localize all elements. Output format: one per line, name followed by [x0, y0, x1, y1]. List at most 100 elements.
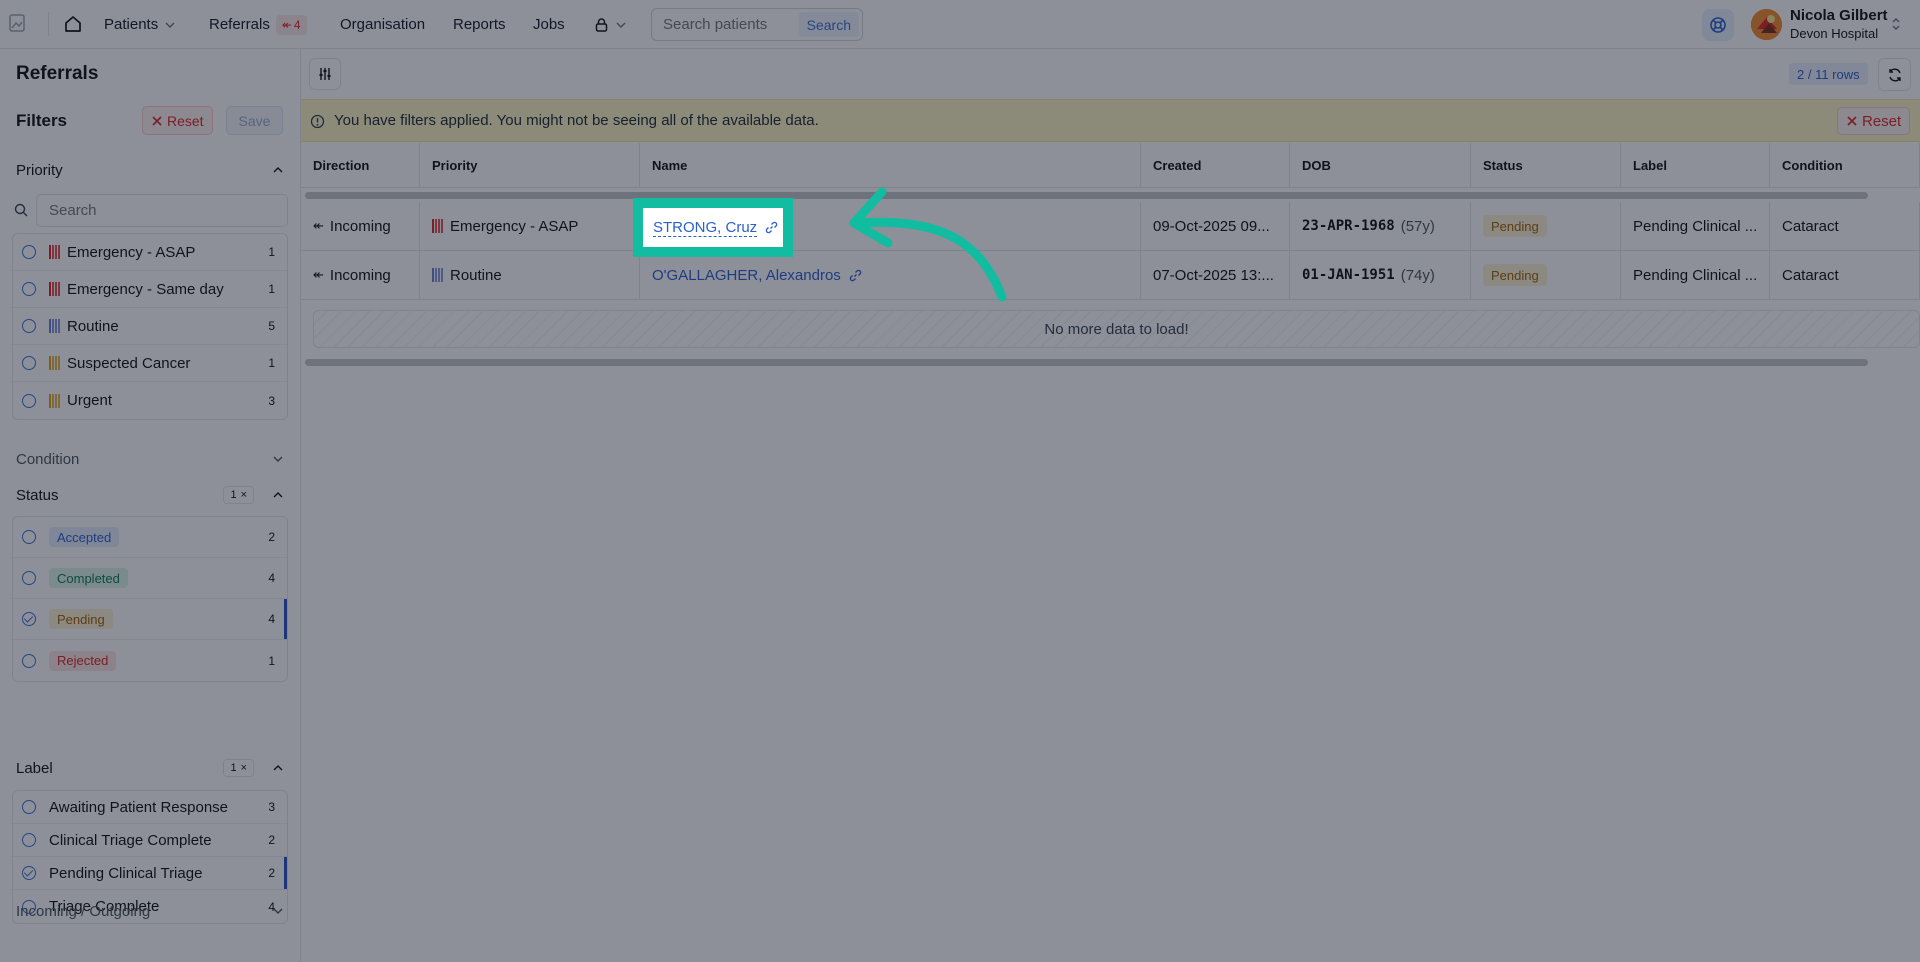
referrals-count-badge: ↞ 4	[275, 14, 307, 35]
home-icon[interactable]	[62, 13, 84, 35]
status-selected-count: 1	[230, 489, 237, 501]
checkbox[interactable]	[22, 571, 36, 585]
status-option-count: 1	[268, 653, 275, 668]
chevron-up-down-icon[interactable]	[1890, 16, 1902, 32]
info-circle-icon	[310, 114, 325, 129]
horizontal-scrollbar-bottom[interactable]	[305, 359, 1868, 366]
label-filter-option[interactable]: Awaiting Patient Response 3	[13, 791, 287, 824]
age-text: (74y)	[1400, 266, 1435, 284]
label-section-label: Label	[16, 759, 53, 777]
priority-filter-option[interactable]: Emergency - ASAP 1	[13, 234, 287, 271]
priority-search-input[interactable]	[49, 202, 269, 219]
checkbox[interactable]	[22, 356, 36, 370]
highlighted-patient-link[interactable]: STRONG, Cruz	[633, 198, 793, 257]
column-header-name[interactable]: Name	[640, 143, 1141, 188]
status-cell: Pending	[1471, 202, 1621, 250]
nav-organisation[interactable]: Organisation	[340, 0, 425, 49]
close-icon	[1847, 116, 1857, 126]
highlighted-patient-name: STRONG, Cruz	[653, 218, 758, 237]
column-header-status[interactable]: Status	[1471, 143, 1621, 188]
status-filter-option[interactable]: Completed 4	[13, 558, 287, 599]
nav-reports-label: Reports	[453, 16, 506, 33]
priority-option-count: 1	[268, 356, 275, 370]
column-header-priority[interactable]: Priority	[420, 143, 640, 188]
checkbox[interactable]	[22, 319, 36, 333]
chevron-down-icon	[273, 908, 283, 914]
priority-filter-option[interactable]: Urgent 3	[13, 382, 287, 419]
condition-section-header[interactable]: Condition	[16, 448, 284, 470]
label-option-label: Awaiting Patient Response	[49, 798, 229, 816]
nav-referrals[interactable]: Referrals ↞ 4	[209, 0, 307, 49]
status-selected-count-clear[interactable]: 1 ×	[223, 486, 254, 504]
chevron-up-icon	[273, 765, 283, 771]
checkbox[interactable]	[22, 653, 36, 668]
priority-filter-option[interactable]: Emergency - Same day 1	[13, 271, 287, 308]
user-avatar[interactable]	[1751, 9, 1782, 40]
priority-section-header[interactable]: Priority	[16, 159, 284, 181]
priority-cell: Emergency - ASAP	[420, 202, 640, 250]
nav-patients[interactable]: Patients	[104, 0, 176, 49]
checkbox[interactable]	[22, 245, 36, 259]
status-filter-option[interactable]: Pending 4	[13, 599, 287, 640]
priority-section-label: Priority	[16, 161, 63, 179]
status-pill: Completed	[49, 568, 128, 588]
help-button[interactable]	[1702, 9, 1734, 41]
created-cell: 09-Oct-2025 09...	[1141, 202, 1290, 250]
search-button[interactable]: Search	[798, 12, 859, 37]
column-header-dob[interactable]: DOB	[1290, 143, 1471, 188]
horizontal-scrollbar-top[interactable]	[305, 192, 1868, 199]
priority-option-label: Emergency - ASAP	[67, 243, 196, 261]
table-row[interactable]: ↞ Incoming Emergency - ASAP STRONG, Cruz 09-…	[301, 202, 1920, 251]
refresh-button[interactable]	[1878, 58, 1911, 91]
nav-divider	[48, 12, 49, 36]
nav-referrals-label: Referrals	[209, 16, 270, 33]
patient-name-link[interactable]: O'GALLAGHER, Alexandros	[652, 267, 841, 284]
filters-reset-button[interactable]: Reset	[142, 106, 213, 135]
incoming-outgoing-section-header[interactable]: Incoming / Outgoing	[16, 900, 284, 922]
incoming-arrow-icon: ↞	[313, 218, 324, 233]
status-pill: Pending	[49, 609, 113, 629]
column-header-label[interactable]: Label	[1621, 143, 1770, 188]
banner-reset-button[interactable]: Reset	[1837, 107, 1911, 135]
priority-bars-icon	[49, 393, 60, 408]
label-filter-option[interactable]: Pending Clinical Triage 2	[13, 857, 287, 890]
lock-icon	[595, 17, 608, 32]
checkbox[interactable]	[22, 530, 36, 544]
dob-text: 23-APR-1968	[1302, 218, 1395, 234]
nav-lock-menu[interactable]	[594, 0, 627, 49]
checkbox[interactable]	[22, 833, 36, 847]
priority-filter-option[interactable]: Suspected Cancer 1	[13, 345, 287, 382]
status-filter-option[interactable]: Rejected 1	[13, 640, 287, 681]
table-row[interactable]: ↞ Incoming Routine O'GALLAGHER, Alexandros 0…	[301, 251, 1920, 300]
column-settings-button[interactable]	[309, 58, 341, 90]
label-filter-option[interactable]: Clinical Triage Complete 2	[13, 824, 287, 857]
filters-save-button[interactable]: Save	[226, 106, 283, 135]
checkbox[interactable]	[22, 393, 36, 408]
link-icon[interactable]	[849, 269, 862, 282]
nav-reports[interactable]: Reports	[453, 0, 506, 49]
column-header-direction[interactable]: Direction	[301, 143, 420, 188]
user-name[interactable]: Nicola Gilbert	[1790, 7, 1888, 24]
status-pill: Rejected	[49, 650, 117, 671]
column-header-condition[interactable]: Condition	[1770, 143, 1920, 188]
status-filter-option[interactable]: Accepted 2	[13, 517, 287, 558]
label-section-header[interactable]: Label 1 ×	[16, 757, 284, 779]
priority-filter-option[interactable]: Routine 5	[13, 308, 287, 345]
checkbox[interactable]	[22, 866, 36, 880]
checkbox[interactable]	[22, 612, 36, 626]
nav-jobs[interactable]: Jobs	[533, 0, 565, 49]
checkbox[interactable]	[22, 800, 36, 814]
patient-search-input[interactable]	[663, 16, 793, 33]
avatar-icon	[1751, 9, 1782, 40]
priority-bars-icon	[49, 282, 60, 296]
condition-text: Cataract	[1782, 266, 1839, 284]
priority-bars-icon	[432, 268, 443, 282]
link-icon	[765, 221, 778, 234]
column-header-created[interactable]: Created	[1141, 143, 1290, 188]
label-selected-count-clear[interactable]: 1 ×	[223, 759, 254, 777]
chevron-down-icon	[273, 456, 283, 462]
status-section-header[interactable]: Status 1 ×	[16, 484, 284, 506]
priority-option-count: 3	[268, 393, 275, 408]
app-logo-icon[interactable]	[8, 12, 28, 34]
checkbox[interactable]	[22, 282, 36, 296]
